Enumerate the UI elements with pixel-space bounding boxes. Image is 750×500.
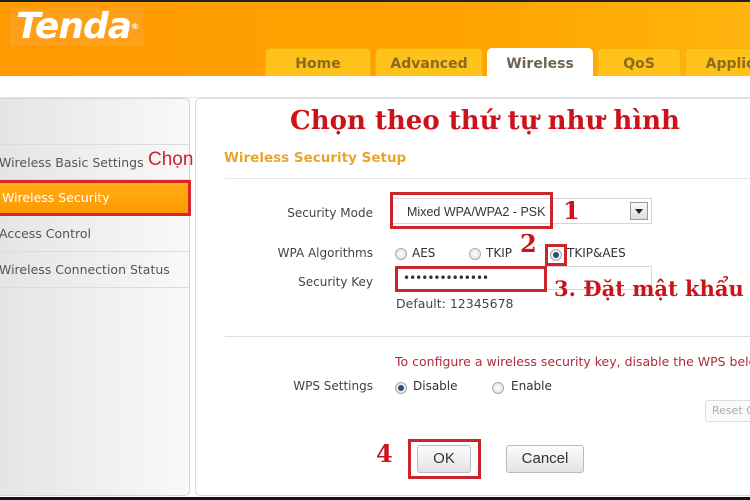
annotation-step-3: 3. Đặt mật khẩu: [554, 276, 744, 301]
radio-tkip-label: TKIP: [486, 246, 512, 260]
annotation-step-1: 1: [563, 196, 580, 225]
header-bar: Tenda® Home Advanced Wireless QoS Applic: [0, 2, 750, 78]
highlight-step-2: [545, 244, 567, 266]
divider: [225, 178, 750, 179]
tab-home[interactable]: Home: [265, 48, 371, 78]
annotation-title: Chọn theo thứ tự như hình: [290, 106, 680, 136]
radio-tkip-aes-label: TKIP&AES: [567, 246, 626, 260]
security-key-label: Security Key: [298, 275, 373, 289]
wpa-algorithms-label: WPA Algorithms: [277, 246, 373, 260]
tab-qos[interactable]: QoS: [597, 48, 681, 78]
security-mode-label: Security Mode: [287, 206, 373, 220]
registered-mark: ®: [131, 22, 139, 31]
tab-advanced[interactable]: Advanced: [375, 48, 483, 78]
radio-aes-label: AES: [412, 246, 436, 260]
tenda-logo: Tenda®: [10, 6, 145, 47]
radio-wps-disable-label: Disable: [413, 379, 458, 393]
radio-aes[interactable]: [395, 248, 407, 260]
sub-header-band: [0, 76, 750, 98]
divider: [225, 336, 750, 337]
radio-wps-enable[interactable]: [492, 382, 504, 394]
chevron-down-icon[interactable]: [630, 202, 648, 220]
sidebar-item-access-control[interactable]: Access Control: [0, 216, 189, 252]
logo-text: Tenda: [16, 6, 132, 47]
annotation-step-2: 2: [520, 229, 537, 258]
highlight-step-1: [390, 192, 553, 229]
tab-wireless[interactable]: Wireless: [487, 48, 593, 78]
wps-note: To configure a wireless security key, di…: [395, 354, 750, 369]
highlight-step-4: [408, 439, 481, 479]
radio-wps-disable[interactable]: [395, 382, 407, 394]
sidebar-item-wireless-security[interactable]: Wireless Security: [0, 180, 191, 216]
highlight-step-3: [395, 266, 547, 292]
annotation-step-4: 4: [376, 439, 393, 468]
radio-wps-enable-label: Enable: [511, 379, 552, 393]
security-key-default: Default: 12345678: [396, 296, 514, 311]
tab-applications[interactable]: Applic: [685, 48, 750, 78]
section-title: Wireless Security Setup: [224, 150, 407, 166]
radio-tkip[interactable]: [469, 248, 481, 260]
sidebar-item-wireless-connection-status[interactable]: Wireless Connection Status: [0, 252, 189, 288]
main-nav-tabs: Home Advanced Wireless QoS Applic: [265, 48, 750, 78]
annotation-chon: Chọn: [148, 149, 194, 170]
wps-settings-label: WPS Settings: [293, 379, 373, 393]
cancel-button[interactable]: Cancel: [506, 445, 584, 473]
reset-oob-button[interactable]: Reset OOB: [705, 400, 750, 422]
